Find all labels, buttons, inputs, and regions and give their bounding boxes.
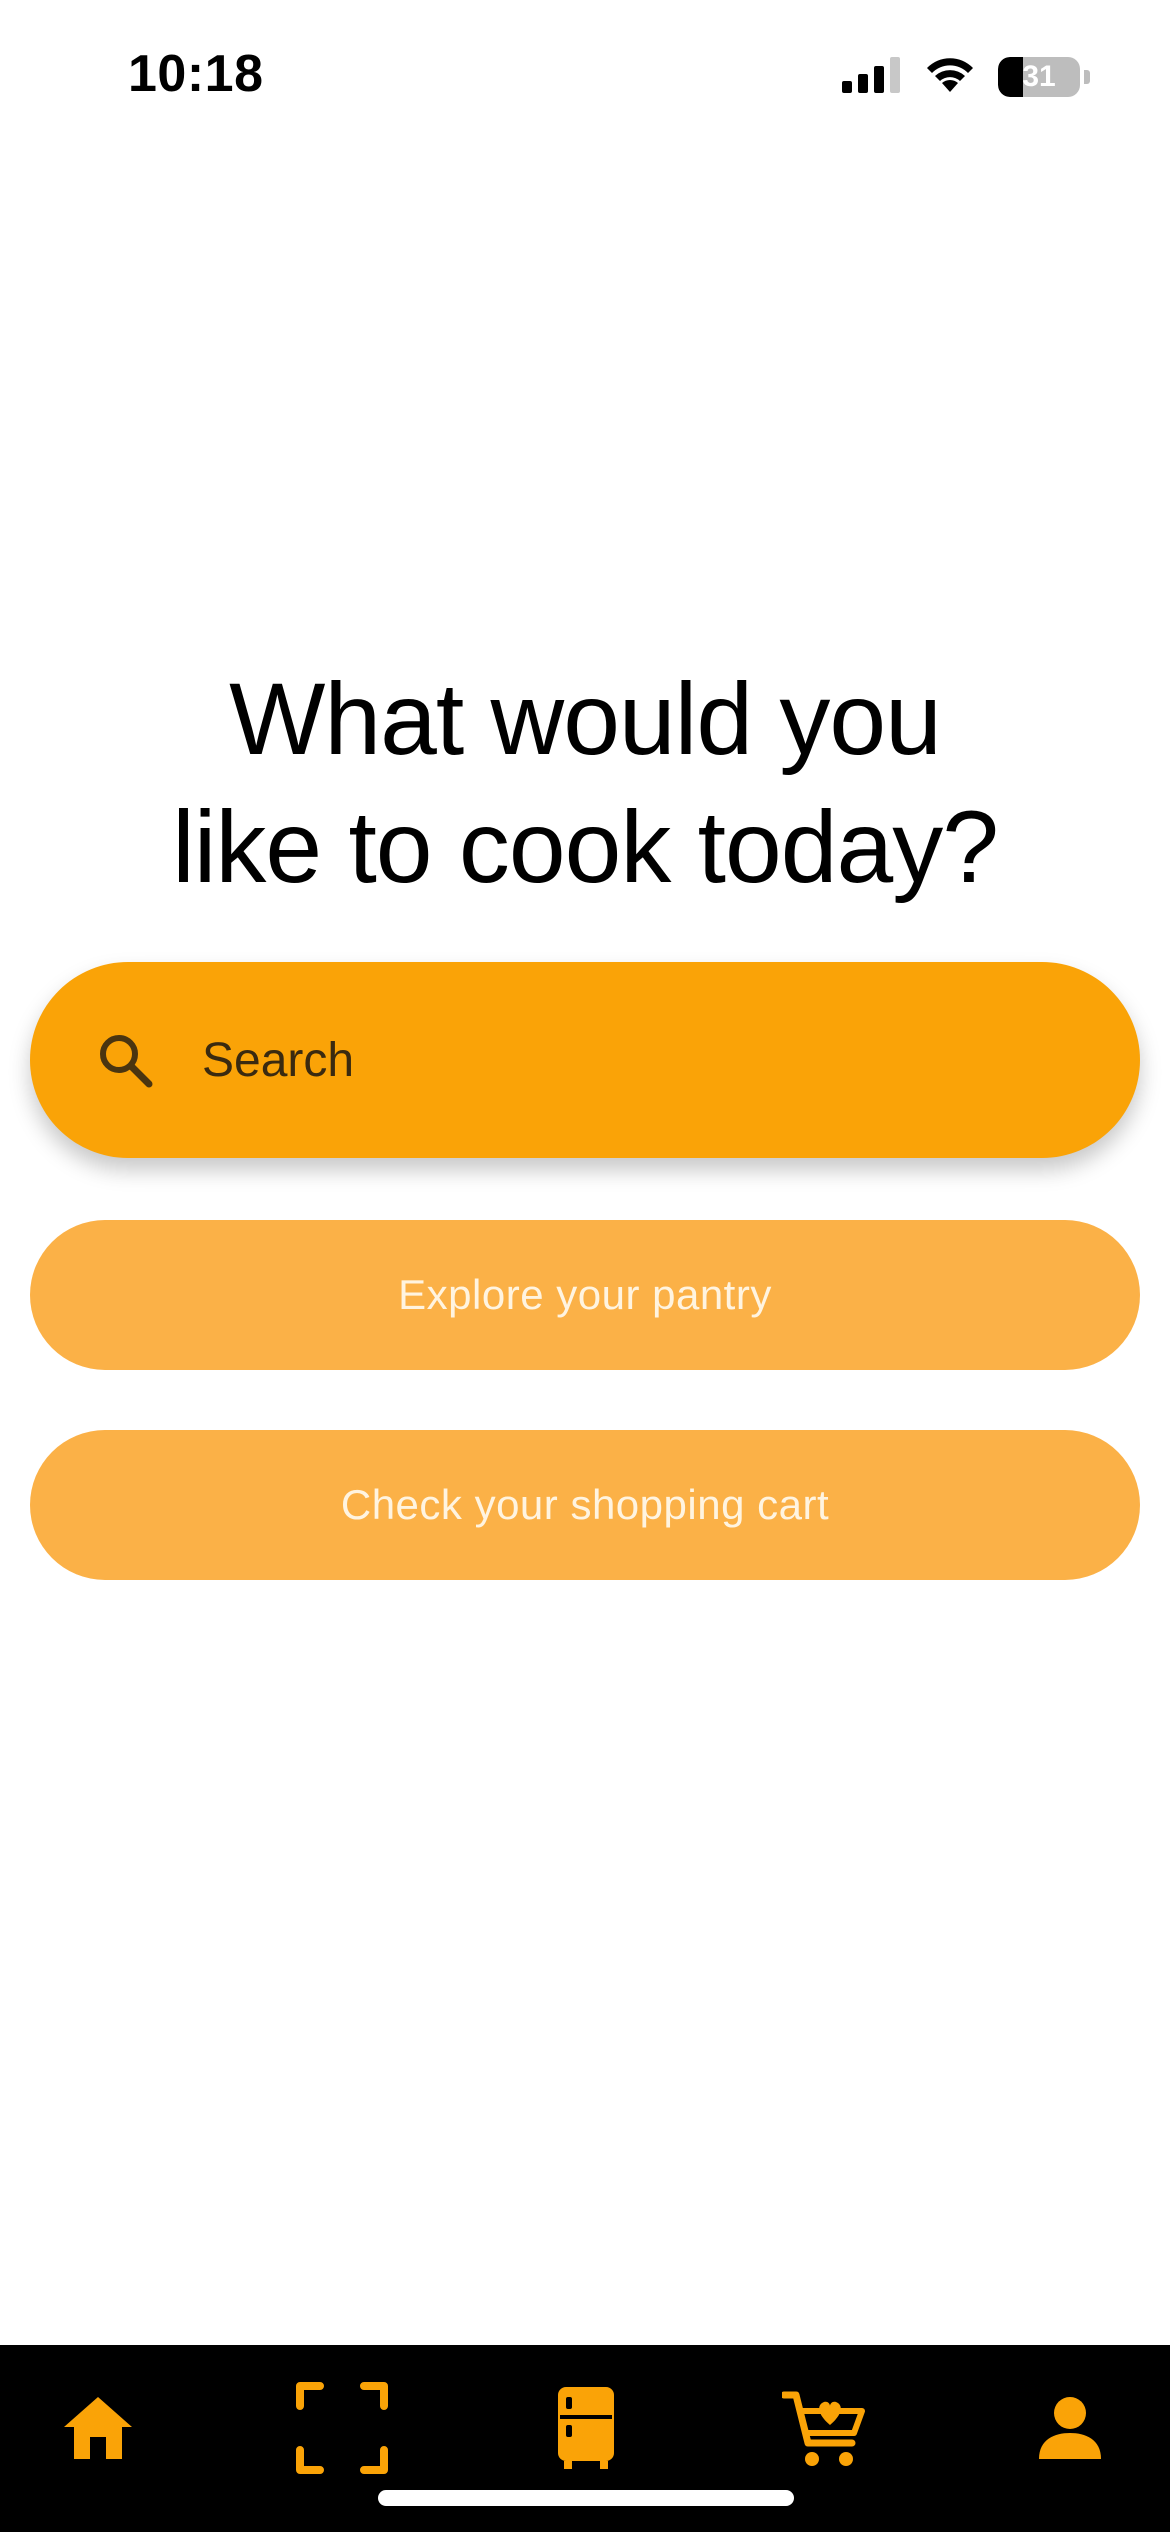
- wifi-icon: [924, 56, 976, 99]
- nav-home[interactable]: [43, 2375, 153, 2485]
- battery-cap: [1084, 70, 1090, 84]
- nav-pantry[interactable]: [531, 2375, 641, 2485]
- home-indicator[interactable]: [378, 2490, 794, 2506]
- search-placeholder: Search: [202, 1033, 355, 1087]
- nav-scan[interactable]: [287, 2375, 397, 2485]
- search-input[interactable]: Search: [30, 962, 1140, 1158]
- page-title: What would you like to cook today?: [172, 662, 999, 904]
- status-time: 10:18: [128, 45, 264, 103]
- shopping-cart-button[interactable]: Check your shopping cart: [30, 1430, 1140, 1580]
- scan-icon: [294, 2380, 390, 2481]
- battery-icon: 31: [998, 57, 1080, 97]
- status-bar: 10:18 31: [0, 0, 1170, 150]
- explore-pantry-button[interactable]: Explore your pantry: [30, 1220, 1140, 1370]
- status-icons: 31: [842, 52, 1090, 102]
- screen: 10:18 31 What would you like to cook tod…: [0, 0, 1170, 2532]
- cart-heart-icon: [780, 2385, 868, 2476]
- nav-cart[interactable]: [770, 2375, 880, 2485]
- fridge-icon: [556, 2385, 616, 2476]
- search-icon: [92, 1027, 158, 1093]
- profile-icon: [1035, 2393, 1105, 2468]
- cellular-signal-icon: [842, 56, 902, 98]
- nav-profile[interactable]: [1015, 2375, 1125, 2485]
- home-icon: [60, 2393, 136, 2468]
- battery-level: 31: [1022, 60, 1056, 93]
